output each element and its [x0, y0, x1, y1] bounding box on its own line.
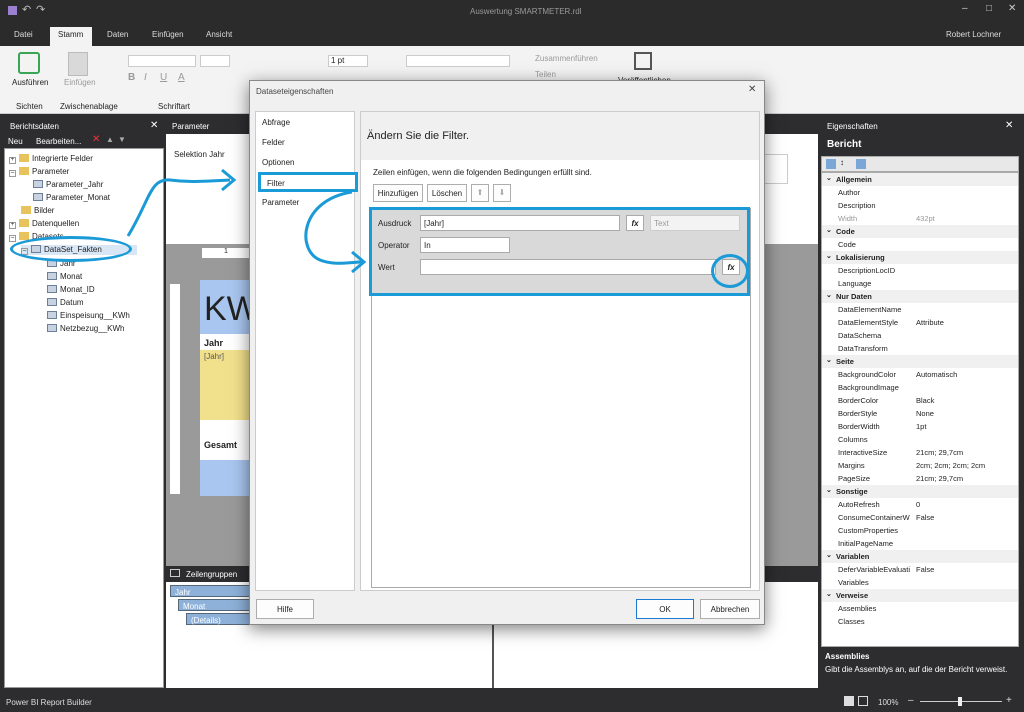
- arrow-dataset-to-filter: [126, 178, 231, 237]
- zoom-in-icon[interactable]: +: [1006, 695, 1012, 706]
- annotation-arrows: [126, 168, 367, 274]
- app-name: Power BI Report Builder: [6, 698, 92, 707]
- zoom-out-icon[interactable]: –: [908, 695, 914, 706]
- page-view-icon[interactable]: [858, 696, 868, 706]
- zoom-level: 100%: [878, 698, 899, 707]
- zoom-slider-thumb[interactable]: [958, 697, 962, 706]
- design-view-icon[interactable]: [844, 696, 854, 706]
- status-bar: Power BI Report Builder 100% – +: [0, 692, 1024, 712]
